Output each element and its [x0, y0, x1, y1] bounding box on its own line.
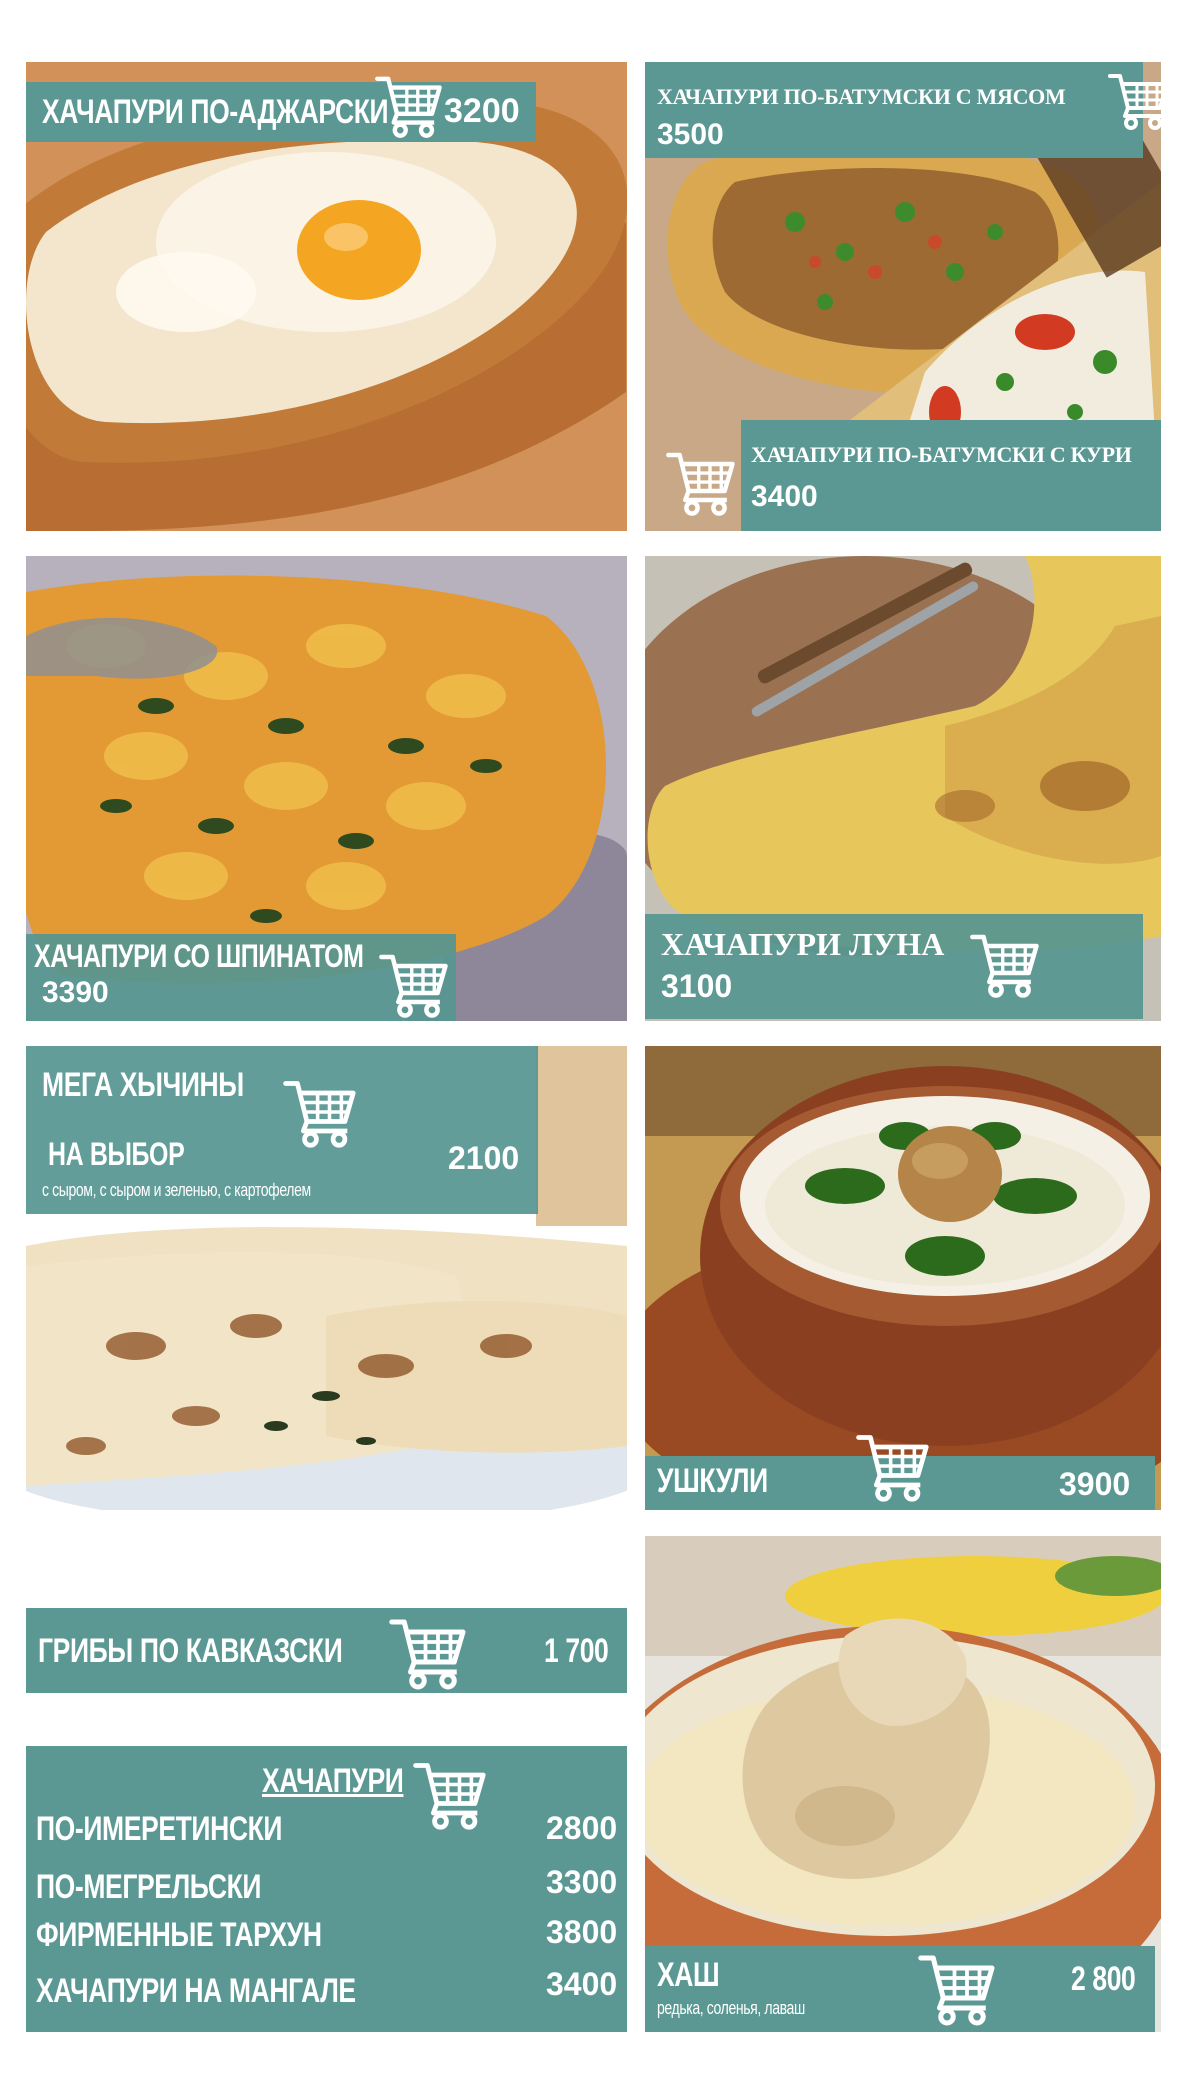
menu-card-khash[interactable]: ХАШ редька, соленья, лаваш 2 800 — [645, 1536, 1161, 2032]
menu-card-batumi[interactable]: ХАЧАПУРИ ПО-БАТУМСКИ С МЯСОМ 3500 ХАЧАПУ… — [645, 62, 1161, 531]
ushkuli-name: УШКУЛИ — [657, 1462, 768, 1500]
khychiny-cart-icon[interactable] — [282, 1074, 358, 1150]
batumi-meat-price: 3500 — [657, 118, 724, 151]
menu-card-ushkuli[interactable]: УШКУЛИ 3900 — [645, 1046, 1161, 1510]
spinach-name: ХАЧАПУРИ СО ШПИНАТОМ — [34, 938, 364, 974]
spinach-cart-icon[interactable] — [378, 948, 450, 1020]
list-item-name: ХАЧАПУРИ НА МАНГАЛЕ — [36, 1972, 356, 2010]
menu-card-khachapuri-list: ХАЧАПУРИ ПО-ИМЕРЕТИНСКИ 2800 ПО-МЕГРЕЛЬС… — [26, 1746, 627, 2032]
batumi-meat-cart-icon[interactable] — [1107, 68, 1161, 132]
menu-card-adjarian[interactable]: ХАЧАПУРИ ПО-АДЖАРСКИ 3200 — [26, 62, 627, 531]
batumi-chicken-cart-icon[interactable] — [665, 446, 737, 518]
list-item-name: ПО-МЕГРЕЛЬСКИ — [36, 1868, 262, 1906]
khash-description: редька, соленья, лаваш — [657, 1998, 805, 2018]
khash-name: ХАШ — [657, 1956, 720, 1994]
batumi-meat-name: ХАЧАПУРИ ПО-БАТУМСКИ С МЯСОМ — [657, 84, 1066, 109]
khychiny-price: 2100 — [448, 1140, 520, 1176]
list-item-price: 3300 — [546, 1864, 618, 1900]
khychiny-description: с сыром, с сыром и зеленью, с картофелем — [42, 1180, 311, 1200]
mushrooms-name: ГРИБЫ ПО КАВКАЗСКИ — [38, 1632, 343, 1670]
batumi-chicken-name: ХАЧАПУРИ ПО-БАТУМСКИ С КУРИ — [751, 442, 1132, 467]
batumi-chicken-band — [741, 420, 1161, 531]
mushrooms-price: 1 700 — [544, 1632, 609, 1670]
adjarian-price: 3200 — [444, 92, 520, 130]
adjarian-name: ХАЧАПУРИ ПО-АДЖАРСКИ — [42, 93, 389, 131]
list-item-name: ФИРМЕННЫЕ ТАРХУН — [36, 1916, 322, 1954]
adjarian-cart-icon[interactable] — [374, 70, 444, 140]
khachapuri-list-header: ХАЧАПУРИ — [262, 1762, 404, 1800]
batumi-chicken-price: 3400 — [751, 480, 818, 513]
khash-price: 2 800 — [1071, 1960, 1136, 1998]
mushrooms-cart-icon[interactable] — [388, 1612, 468, 1692]
menu-card-khychiny[interactable]: МЕГА ХЫЧИНЫ НА ВЫБОР с сыром, с сыром и … — [26, 1046, 627, 1510]
menu-card-mushrooms[interactable]: ГРИБЫ ПО КАВКАЗСКИ 1 700 — [26, 1608, 627, 1693]
menu-card-spinach[interactable]: ХАЧАПУРИ СО ШПИНАТОМ 3390 — [26, 556, 627, 1021]
list-item-price: 3800 — [546, 1914, 618, 1950]
ushkuli-cart-icon[interactable] — [855, 1428, 931, 1504]
khychiny-name-line1: МЕГА ХЫЧИНЫ — [42, 1066, 244, 1104]
list-item-price: 2800 — [546, 1810, 618, 1846]
luna-cart-icon[interactable] — [969, 928, 1041, 1000]
khychiny-name-line2: НА ВЫБОР — [48, 1136, 185, 1172]
spinach-price: 3390 — [42, 976, 109, 1009]
list-item-price: 3400 — [546, 1966, 618, 2002]
luna-name: ХАЧАПУРИ ЛУНА — [661, 926, 945, 962]
menu-card-luna[interactable]: ХАЧАПУРИ ЛУНА 3100 — [645, 556, 1161, 1021]
ushkuli-price: 3900 — [1059, 1466, 1131, 1502]
khash-cart-icon[interactable] — [917, 1948, 997, 2028]
luna-price: 3100 — [661, 968, 733, 1004]
list-item-name: ПО-ИМЕРЕТИНСКИ — [36, 1810, 283, 1848]
khachapuri-list-cart-icon[interactable] — [412, 1756, 488, 1832]
